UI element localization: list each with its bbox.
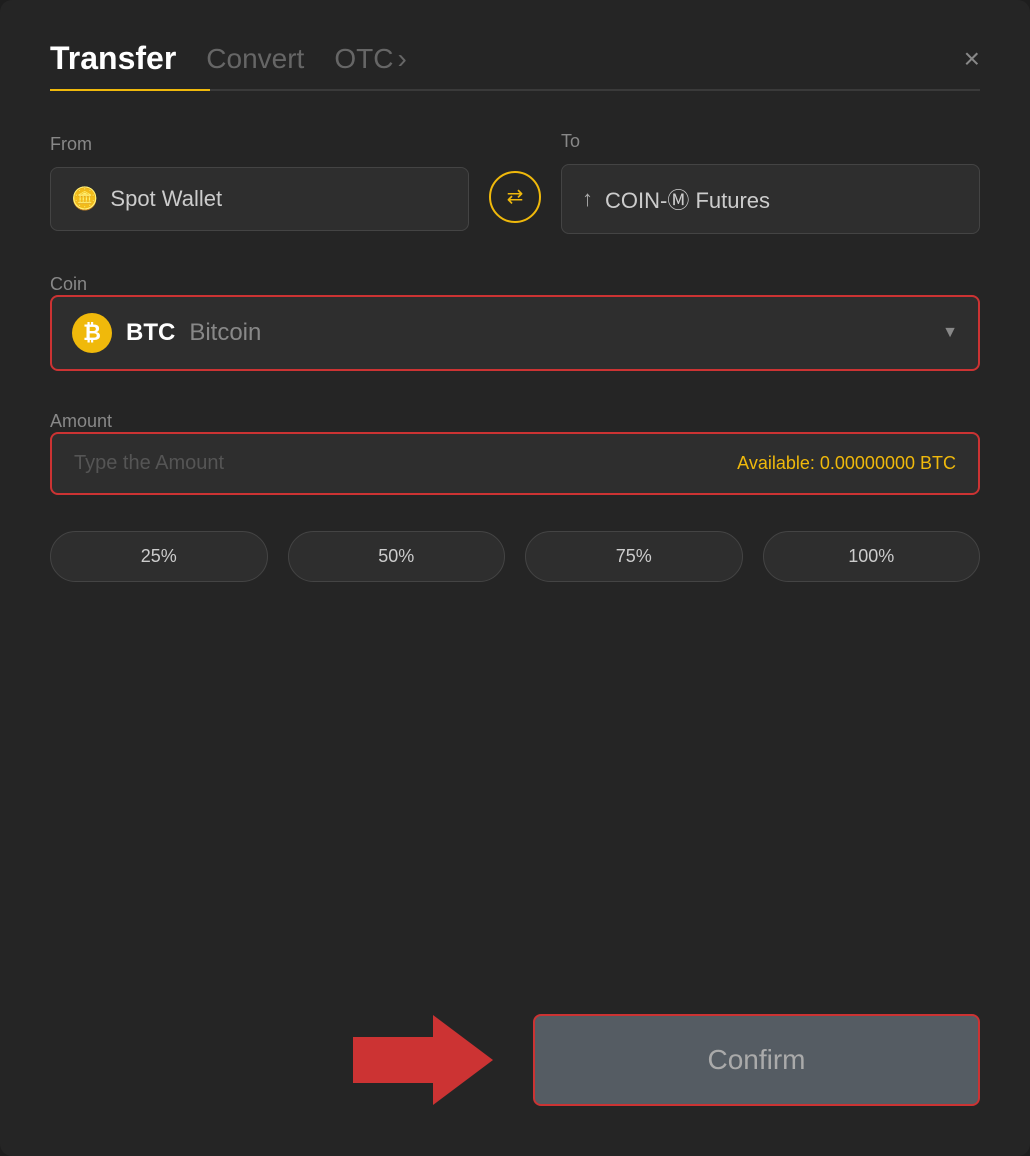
to-wallet-box[interactable]: ↑ COIN-Ⓜ Futures	[561, 164, 980, 234]
coin-fullname: Bitcoin	[189, 319, 261, 347]
to-label: To	[561, 131, 980, 152]
futures-icon: ↑	[582, 186, 593, 212]
amount-placeholder: Type the Amount	[74, 452, 224, 475]
swap-button[interactable]: ⇄	[489, 171, 541, 223]
chevron-down-icon: ▼	[942, 324, 958, 342]
coin-symbol: BTC	[126, 319, 175, 347]
amount-label: Amount	[50, 411, 112, 431]
from-wallet-box[interactable]: 🪙 Spot Wallet	[50, 167, 469, 231]
coin-label: Coin	[50, 274, 87, 294]
pct-100-button[interactable]: 100%	[763, 531, 981, 582]
amount-box[interactable]: Type the Amount Available: 0.00000000 BT…	[50, 432, 980, 495]
btc-icon: ₿	[72, 313, 112, 353]
transfer-modal: Transfer Convert OTC › × From 🪙 Spot Wal…	[0, 0, 1030, 1156]
from-to-section: From 🪙 Spot Wallet ⇄ To ↑ COIN-Ⓜ Futures	[50, 131, 980, 234]
arrow-pointer-icon	[353, 1015, 493, 1105]
card-icon: 🪙	[71, 186, 98, 212]
close-button[interactable]: ×	[964, 43, 980, 87]
from-wallet-name: Spot Wallet	[110, 186, 222, 212]
tab-transfer[interactable]: Transfer	[50, 40, 176, 89]
tab-underline	[50, 89, 980, 91]
coin-select-dropdown[interactable]: ₿ BTC Bitcoin ▼	[50, 295, 980, 371]
header-tabs: Transfer Convert OTC › ×	[50, 40, 980, 89]
amount-section: Amount Type the Amount Available: 0.0000…	[50, 411, 980, 495]
tab-convert[interactable]: Convert	[206, 43, 304, 87]
pct-25-button[interactable]: 25%	[50, 531, 268, 582]
confirm-button[interactable]: Confirm	[533, 1014, 980, 1106]
to-wallet-name: COIN-Ⓜ Futures	[605, 183, 770, 215]
pct-75-button[interactable]: 75%	[525, 531, 743, 582]
swap-btn-container: ⇄	[469, 139, 561, 227]
swap-icon: ⇄	[507, 184, 524, 209]
tab-underline-active	[50, 89, 210, 91]
amount-available: Available: 0.00000000 BTC	[737, 453, 956, 474]
coin-section: Coin ₿ BTC Bitcoin ▼	[50, 274, 980, 371]
to-group: To ↑ COIN-Ⓜ Futures	[561, 131, 980, 234]
from-label: From	[50, 134, 469, 155]
tab-otc[interactable]: OTC ›	[334, 43, 406, 87]
pct-buttons: 25% 50% 75% 100%	[50, 531, 980, 582]
available-value: 0.00000000 BTC	[820, 453, 956, 473]
bottom-section: Confirm	[50, 994, 980, 1106]
from-group: From 🪙 Spot Wallet	[50, 134, 469, 231]
pct-50-button[interactable]: 50%	[288, 531, 506, 582]
